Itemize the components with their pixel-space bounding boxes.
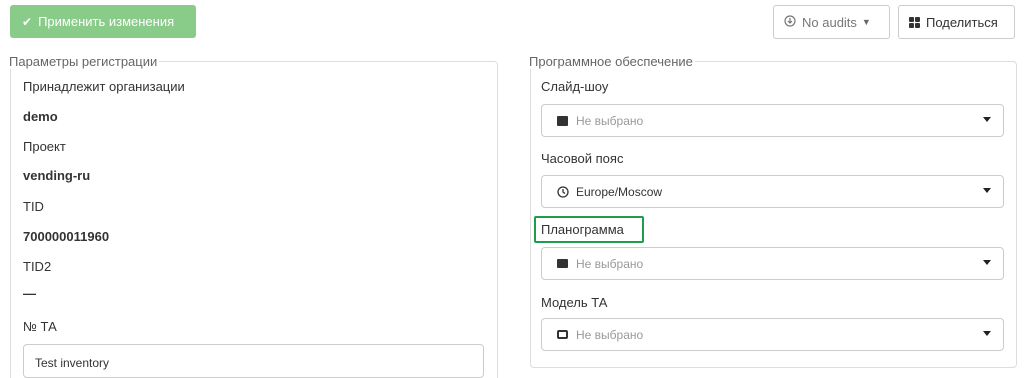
qr-code-icon — [909, 16, 920, 28]
planogram-label: Планограмма — [541, 222, 624, 237]
share-button[interactable]: Поделиться — [898, 5, 1015, 39]
check-icon: ✔ — [22, 14, 33, 29]
timezone-select[interactable]: Europe/Moscow — [541, 175, 1004, 208]
project-value: vending-ru — [23, 168, 91, 183]
registration-fieldset: Параметры регистрации — [9, 54, 498, 378]
timezone-label: Часовой пояс — [541, 151, 624, 166]
caret-down-icon — [983, 188, 991, 193]
software-legend: Программное обеспечение — [529, 54, 693, 69]
model-select[interactable]: Не выбрано — [541, 318, 1004, 351]
model-value: Не выбрано — [576, 327, 644, 342]
audits-label: No audits — [802, 14, 857, 30]
caret-down-icon — [983, 117, 991, 122]
model-label: Модель ТА — [541, 295, 608, 310]
audits-dropdown-button[interactable]: No audits ▼ — [773, 5, 890, 39]
slideshow-value: Не выбрано — [576, 113, 644, 128]
slideshow-select[interactable]: Не выбрано — [541, 104, 1004, 137]
apply-changes-label: Применить изменения — [38, 14, 175, 29]
list-icon — [556, 259, 569, 268]
ta-number-input[interactable]: Test inventory — [23, 344, 484, 378]
registration-legend: Параметры регистрации — [9, 54, 158, 69]
film-icon — [556, 115, 569, 126]
org-label: Принадлежит организации — [23, 79, 185, 94]
clock-icon — [556, 185, 569, 198]
hdd-icon — [556, 330, 569, 339]
org-value: demo — [23, 109, 58, 124]
caret-down-icon — [983, 331, 991, 336]
planogram-value: Не выбрано — [576, 256, 644, 271]
share-label: Поделиться — [926, 14, 998, 30]
tid2-label: TID2 — [23, 259, 52, 274]
ta-number-label: № ТА — [23, 319, 57, 334]
apply-changes-button[interactable]: ✔ Применить изменения — [10, 5, 196, 38]
tid-value: 700000011960 — [23, 229, 110, 244]
tid2-value: — — [23, 286, 36, 301]
caret-down-icon — [983, 260, 991, 265]
slideshow-label: Слайд-шоу — [541, 79, 609, 94]
project-label: Проект — [23, 139, 66, 154]
download-circle-icon — [784, 14, 796, 30]
planogram-select[interactable]: Не выбрано — [541, 247, 1004, 280]
tid-label: TID — [23, 199, 44, 214]
caret-down-icon: ▼ — [861, 17, 871, 27]
timezone-value: Europe/Moscow — [576, 184, 663, 199]
